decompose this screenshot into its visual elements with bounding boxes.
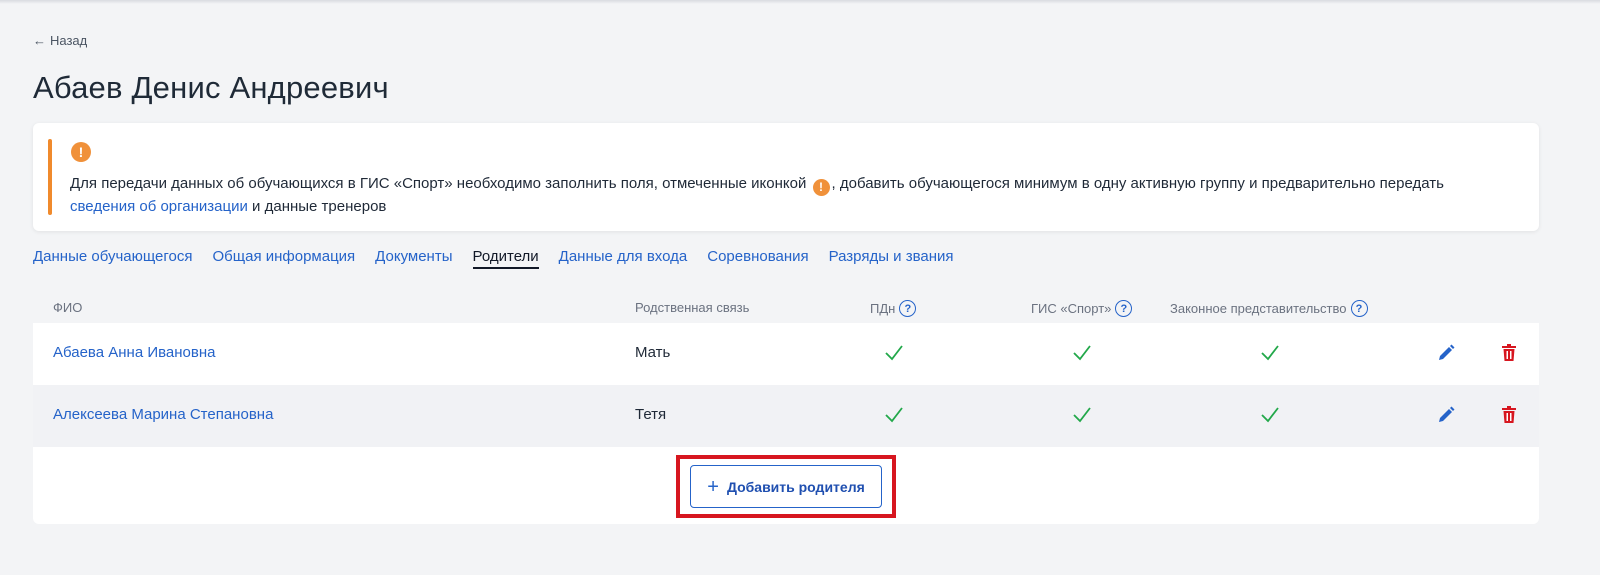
- pencil-icon[interactable]: [1436, 343, 1456, 363]
- column-header-name: ФИО: [53, 300, 83, 315]
- column-header-relation: Родственная связь: [635, 300, 750, 315]
- add-parent-button[interactable]: + Добавить родителя: [690, 465, 882, 508]
- trash-icon[interactable]: [1499, 405, 1519, 425]
- tab-parents[interactable]: Родители: [472, 248, 539, 269]
- back-link-label: Назад: [50, 33, 88, 48]
- question-circle-icon[interactable]: ?: [1115, 300, 1133, 317]
- column-header-gis: ГИС «Спорт» ?: [1031, 300, 1133, 317]
- table-row: Абаева Анна Ивановна Мать: [33, 323, 1539, 385]
- exclamation-circle-icon: !: [71, 142, 91, 162]
- parent-name-link[interactable]: Алексеева Марина Степановна: [53, 406, 273, 423]
- plus-icon: +: [707, 475, 719, 498]
- alert-accent-bar: [48, 139, 52, 215]
- table-row: Алексеева Марина Степановна Тетя: [33, 385, 1539, 447]
- tab-student-data[interactable]: Данные обучающегося: [33, 248, 193, 269]
- add-button-highlight: + Добавить родителя: [676, 455, 896, 518]
- alert-text: Для передачи данных об обучающихся в ГИС…: [70, 175, 1444, 215]
- exclamation-circle-icon: !: [812, 178, 830, 196]
- table-header: ФИО Родственная связь ПДн ? ГИС «Спорт» …: [33, 292, 1539, 323]
- add-parent-label: Добавить родителя: [726, 478, 865, 495]
- trash-icon[interactable]: [1499, 343, 1519, 363]
- tab-login-data[interactable]: Данные для входа: [559, 248, 688, 269]
- check-icon: [1073, 407, 1091, 423]
- check-icon: [1073, 345, 1091, 361]
- question-circle-icon[interactable]: ?: [899, 300, 917, 317]
- arrow-left-icon: ←: [33, 33, 46, 48]
- pencil-icon[interactable]: [1436, 405, 1456, 425]
- check-icon: [1261, 345, 1279, 361]
- organization-info-link[interactable]: сведения об организации: [70, 198, 248, 215]
- back-link[interactable]: ← Назад: [33, 33, 87, 48]
- top-shadow: [0, 0, 1600, 4]
- warning-alert: ! Для передачи данных об обучающихся в Г…: [33, 123, 1539, 231]
- parents-table: Абаева Анна Ивановна Мать Алексеева Мари…: [33, 323, 1539, 524]
- relation-cell: Тетя: [635, 406, 667, 423]
- check-icon: [885, 407, 903, 423]
- check-icon: [885, 345, 903, 361]
- relation-cell: Мать: [635, 344, 671, 361]
- question-circle-icon[interactable]: ?: [1350, 300, 1368, 317]
- parent-name-link[interactable]: Абаева Анна Ивановна: [53, 344, 215, 361]
- tab-ranks[interactable]: Разряды и звания: [829, 248, 954, 269]
- tab-general-info[interactable]: Общая информация: [213, 248, 356, 269]
- tabs: Данные обучающегося Общая информация Док…: [33, 248, 954, 269]
- column-header-legal: Законное представительство ?: [1170, 300, 1368, 317]
- page-title: Абаев Денис Андреевич: [33, 70, 389, 105]
- column-header-pdn: ПДн ?: [870, 300, 917, 317]
- tab-competitions[interactable]: Соревнования: [707, 248, 808, 269]
- check-icon: [1261, 407, 1279, 423]
- tab-documents[interactable]: Документы: [375, 248, 452, 269]
